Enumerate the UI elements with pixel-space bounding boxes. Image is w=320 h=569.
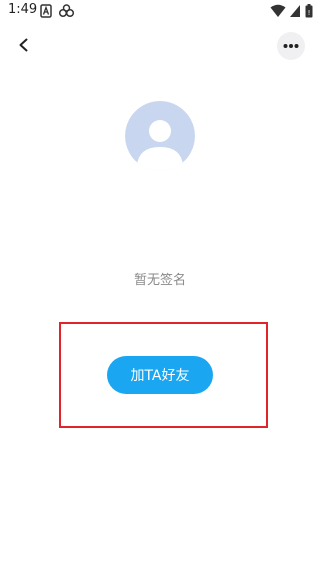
back-button[interactable]: [12, 33, 36, 57]
signal-icon: [290, 5, 300, 17]
default-user-avatar-icon: [125, 101, 195, 171]
svg-text:!: !: [308, 9, 311, 17]
notification-a-icon: [40, 4, 52, 18]
more-options-button[interactable]: [277, 32, 305, 60]
battery-icon: !: [305, 4, 313, 18]
profile-screen: 1:49 ! 暂无签名 加TA好友: [0, 0, 320, 569]
signature-text: 暂无签名: [133, 273, 186, 288]
chevron-left-icon: [19, 38, 28, 52]
status-bar: 1:49 !: [0, 0, 320, 24]
infinity-icon: [58, 4, 75, 18]
more-horizontal-icon: [283, 44, 299, 48]
add-friend-button[interactable]: 加TA好友: [107, 356, 213, 394]
avatar[interactable]: [125, 101, 195, 171]
status-time: 1:49: [8, 2, 38, 17]
wifi-icon: [270, 4, 286, 17]
